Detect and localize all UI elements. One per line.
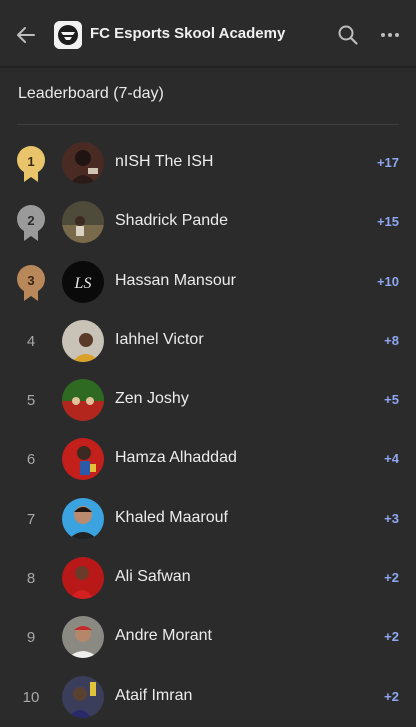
player-score: +2 — [384, 688, 399, 704]
player-score: +2 — [384, 570, 399, 586]
leaderboard-row[interactable]: 9 Andre Morant +2 — [0, 608, 416, 667]
player-name: Khaled Maarouf — [115, 508, 228, 526]
svg-text:LS: LS — [74, 275, 92, 292]
rank: 7 — [16, 501, 46, 539]
player-score: +4 — [384, 451, 399, 467]
rank-number: 5 — [26, 392, 36, 410]
player-name: Shadrick Pande — [115, 212, 228, 230]
player-score: +3 — [384, 510, 399, 526]
leaderboard-row[interactable]: 6 Hamza Alhaddad +4 — [0, 430, 416, 489]
rank-number: 2 — [27, 213, 35, 229]
avatar[interactable] — [62, 319, 104, 362]
rank-number: 3 — [27, 272, 35, 288]
rank: 5 — [16, 382, 46, 420]
search-button[interactable] — [334, 21, 362, 49]
more-horizontal-icon — [381, 33, 399, 37]
leaderboard-row[interactable]: 7 Khaled Maarouf +3 — [0, 490, 416, 549]
leaderboard-list: 1 nISH The ISH +17 2 Shadrick Pande +15 … — [0, 134, 416, 727]
rank-number: 6 — [26, 451, 36, 469]
leaderboard-row[interactable]: 8 Ali Safwan +2 — [0, 549, 416, 608]
rank-number: 9 — [26, 629, 36, 647]
page-title: FC Esports Skool Academy — [90, 25, 286, 42]
player-score: +17 — [376, 155, 399, 170]
player-score: +5 — [384, 392, 399, 408]
arrow-left-icon — [17, 27, 35, 43]
leaderboard-row[interactable]: 2 Shadrick Pande +15 — [0, 193, 416, 252]
rank: 6 — [16, 441, 46, 479]
rank-number: 7 — [26, 510, 36, 528]
avatar[interactable] — [62, 616, 104, 659]
rank-number: 10 — [22, 688, 40, 706]
rank-medal-gold: 1 — [16, 145, 46, 183]
rank: 10 — [16, 679, 46, 717]
section-title: Leaderboard (7-day) — [18, 85, 164, 102]
player-name: Zen Joshy — [115, 390, 189, 408]
divider — [17, 124, 399, 125]
rank-number: 8 — [26, 570, 36, 588]
leaderboard-row[interactable]: 10 Ataif Imran +2 — [0, 668, 416, 727]
rank: 8 — [16, 560, 46, 598]
player-name: nISH The ISH — [115, 153, 214, 170]
player-name: Ali Safwan — [115, 568, 191, 586]
player-score: +2 — [384, 629, 399, 645]
avatar[interactable] — [62, 675, 104, 718]
rank: 9 — [16, 619, 46, 657]
player-score: +15 — [376, 214, 399, 230]
player-name: Andre Morant — [115, 627, 212, 645]
top-bar: FC Esports Skool Academy — [0, 0, 416, 68]
more-options-button[interactable] — [376, 21, 404, 49]
avatar[interactable]: LS — [62, 260, 104, 303]
leaderboard-row[interactable]: 4 Iahhel Victor +8 — [0, 312, 416, 371]
avatar[interactable] — [62, 379, 104, 422]
player-name: Hassan Mansour — [115, 271, 236, 289]
avatar[interactable] — [62, 557, 104, 600]
rank-medal-silver: 2 — [16, 204, 46, 242]
rank: 4 — [16, 323, 46, 361]
leaderboard-row[interactable]: 3 LS Hassan Mansour +10 — [0, 253, 416, 312]
leaderboard-row[interactable]: 1 nISH The ISH +17 — [0, 134, 416, 193]
leaderboard-row[interactable]: 5 Zen Joshy +5 — [0, 371, 416, 430]
avatar[interactable] — [62, 142, 104, 184]
rank-number: 1 — [27, 154, 35, 169]
avatar[interactable] — [62, 201, 104, 244]
avatar[interactable] — [62, 497, 104, 540]
player-name: Hamza Alhaddad — [115, 449, 237, 467]
player-name: Ataif Imran — [115, 686, 193, 704]
player-score: +10 — [376, 273, 399, 289]
rank-medal-bronze: 3 — [16, 264, 46, 302]
back-button[interactable] — [12, 21, 40, 49]
search-icon — [338, 25, 358, 45]
group-logo — [54, 21, 82, 49]
avatar[interactable] — [62, 438, 104, 481]
player-name: Iahhel Victor — [115, 330, 204, 348]
rank-number: 4 — [26, 332, 36, 350]
player-score: +8 — [384, 332, 399, 348]
